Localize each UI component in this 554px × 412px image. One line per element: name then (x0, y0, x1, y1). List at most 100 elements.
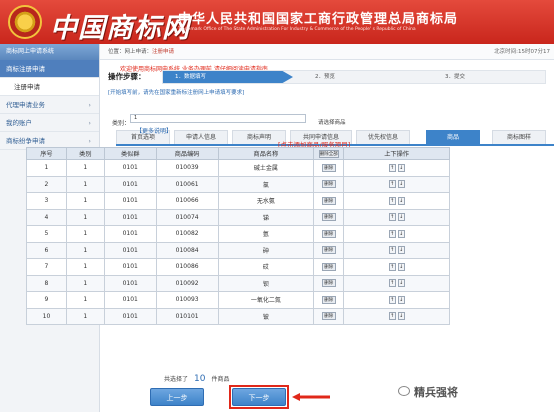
move-up-button[interactable]: ↑ (388, 295, 396, 304)
site-header: 中国商标网 中华人民共和国国家工商行政管理总局商标局 Trademark Off… (0, 0, 554, 44)
table-row: 8 1 0101 010092 钡删除 ↑ ↓ (26, 274, 450, 292)
move-up-button[interactable]: ↑ (388, 262, 396, 271)
cell-code: 010061 (155, 175, 219, 193)
col-header-group: 类似群 (103, 147, 157, 160)
cell-name: 碱土金属 (217, 159, 315, 177)
cell-no: 7 (26, 258, 67, 276)
cell-delete: 删除 (313, 159, 345, 177)
cell-name: 砷 (217, 241, 315, 259)
category-select[interactable]: 1 (130, 114, 306, 123)
cell-group: 0101 (103, 175, 157, 193)
cell-code: 010101 (155, 307, 219, 325)
move-down-button[interactable]: ↓ (397, 163, 405, 172)
delete-row-button[interactable]: 删除 (321, 279, 336, 288)
cell-code: 010093 (155, 291, 219, 309)
sidebar-item-label: 商标注册申请 (6, 65, 45, 73)
cell-code: 010066 (155, 192, 219, 210)
cell-no: 3 (26, 192, 67, 210)
selection-summary: 共选择了 10 件商品 (164, 374, 229, 384)
cell-class: 1 (65, 159, 105, 177)
table-row: 10 1 0101 010101 铍删除 ↑ ↓ (26, 307, 450, 325)
cell-move: ↑ ↓ (343, 241, 450, 259)
goods-table: 序号 类别 类似群 商品编码 商品名称 删除全部 上下操作 1 1 0101 0100… (26, 147, 450, 325)
move-up-button[interactable]: ↑ (388, 213, 396, 222)
cell-code: 010082 (155, 225, 219, 243)
agency-title: 中华人民共和国国家工商行政管理总局商标局 (178, 12, 459, 27)
delete-row-button[interactable]: 删除 (321, 295, 336, 304)
cell-code: 010084 (155, 241, 219, 259)
cell-no: 1 (26, 159, 67, 177)
sidebar-item-agent-business[interactable]: 代理申请业务 › (0, 96, 99, 114)
agency-title-en: Trademark Office of The State Administra… (178, 27, 416, 32)
delete-row-button[interactable]: 删除 (321, 213, 336, 222)
delete-row-button[interactable]: 删除 (321, 229, 336, 238)
move-down-button[interactable]: ↓ (397, 246, 405, 255)
cell-no: 2 (26, 175, 67, 193)
move-up-button[interactable]: ↑ (388, 180, 396, 189)
cell-no: 9 (26, 291, 67, 309)
prev-step-button[interactable]: 上一步 (150, 388, 204, 406)
cell-delete: 删除 (313, 192, 345, 210)
move-up-button[interactable]: ↑ (388, 163, 396, 172)
table-row: 6 1 0101 010084 砷删除 ↑ ↓ (26, 241, 450, 259)
move-up-button[interactable]: ↑ (388, 229, 396, 238)
move-down-button[interactable]: ↓ (397, 229, 405, 238)
delete-row-button[interactable]: 删除 (321, 312, 336, 321)
cell-name: 一氧化二氮 (217, 291, 315, 309)
sidebar-item-registration-application[interactable]: 注册申请 (0, 78, 99, 96)
next-step-button[interactable]: 下一步 (232, 388, 286, 406)
sidebar-item-my-account[interactable]: 我的账户 › (0, 114, 99, 132)
category-value: 1 (134, 115, 138, 121)
tab-priority-info[interactable]: 优先权信息 (356, 130, 410, 144)
delete-all-button[interactable]: 删除全部 (313, 147, 345, 160)
move-up-button[interactable]: ↑ (388, 246, 396, 255)
move-up-button[interactable]: ↑ (388, 312, 396, 321)
cell-group: 0101 (103, 258, 157, 276)
move-up-button[interactable]: ↑ (388, 279, 396, 288)
choose-goods-link[interactable]: 请选择商品 (318, 118, 346, 126)
wechat-icon (398, 386, 410, 396)
breadcrumb-current[interactable]: 注册申请 (152, 49, 174, 55)
category-label: 类别： (112, 120, 131, 127)
tab-applicant-info[interactable]: 申请人信息 (174, 130, 228, 144)
cell-class: 1 (65, 291, 105, 309)
delete-row-button[interactable]: 删除 (321, 196, 336, 205)
sidebar-item-trademark-registration[interactable]: 商标注册申请 (0, 60, 99, 78)
table-row: 7 1 0101 010086 砹删除 ↑ ↓ (26, 258, 450, 276)
cell-delete: 删除 (313, 307, 345, 325)
table-row: 1 1 0101 010039 碱土金属 删除 ↑ ↓ (26, 159, 450, 177)
move-down-button[interactable]: ↓ (397, 312, 405, 321)
move-down-button[interactable]: ↓ (397, 196, 405, 205)
move-down-button[interactable]: ↓ (397, 295, 405, 304)
national-emblem-icon (8, 5, 42, 39)
cell-group: 0101 (103, 159, 157, 177)
move-down-button[interactable]: ↓ (397, 180, 405, 189)
delete-row-button[interactable]: 删除 (321, 180, 336, 189)
selected-count: 10 (194, 374, 206, 384)
tab-trademark-image[interactable]: 商标图样 (492, 130, 546, 144)
cell-group: 0101 (103, 225, 157, 243)
chevron-right-icon: › (88, 119, 91, 127)
cell-move: ↑ ↓ (343, 291, 450, 309)
move-up-button[interactable]: ↑ (388, 196, 396, 205)
delete-row-button[interactable]: 删除 (321, 262, 336, 271)
more-info-link[interactable]: 【更多说明】 (136, 126, 172, 135)
move-down-button[interactable]: ↓ (397, 213, 405, 222)
tab-goods[interactable]: 商品 (426, 130, 480, 144)
watermark-text: 精兵强将 (414, 386, 458, 399)
cell-name: 钡 (217, 274, 315, 292)
cell-delete: 删除 (313, 274, 345, 292)
sidebar-item-label: 商标纷争申请 (6, 137, 45, 145)
move-down-button[interactable]: ↓ (397, 279, 405, 288)
fill-requirements-link[interactable]: [开始填写前，请先在国家重新标注册网上申请填写要求] (108, 88, 244, 96)
cell-class: 1 (65, 307, 105, 325)
delete-row-button[interactable]: 删除 (321, 163, 336, 172)
move-down-button[interactable]: ↓ (397, 262, 405, 271)
step-progress: 1．数据填写 2．预览 3．提交 (162, 70, 546, 84)
cell-delete: 删除 (313, 225, 345, 243)
delete-row-button[interactable]: 删除 (321, 246, 336, 255)
breadcrumb-prefix: 位置：网上申请： (108, 49, 153, 55)
cell-move: ↑ ↓ (343, 208, 450, 226)
summary-prefix: 共选择了 (164, 376, 189, 383)
cell-name: 无水氨 (217, 192, 315, 210)
